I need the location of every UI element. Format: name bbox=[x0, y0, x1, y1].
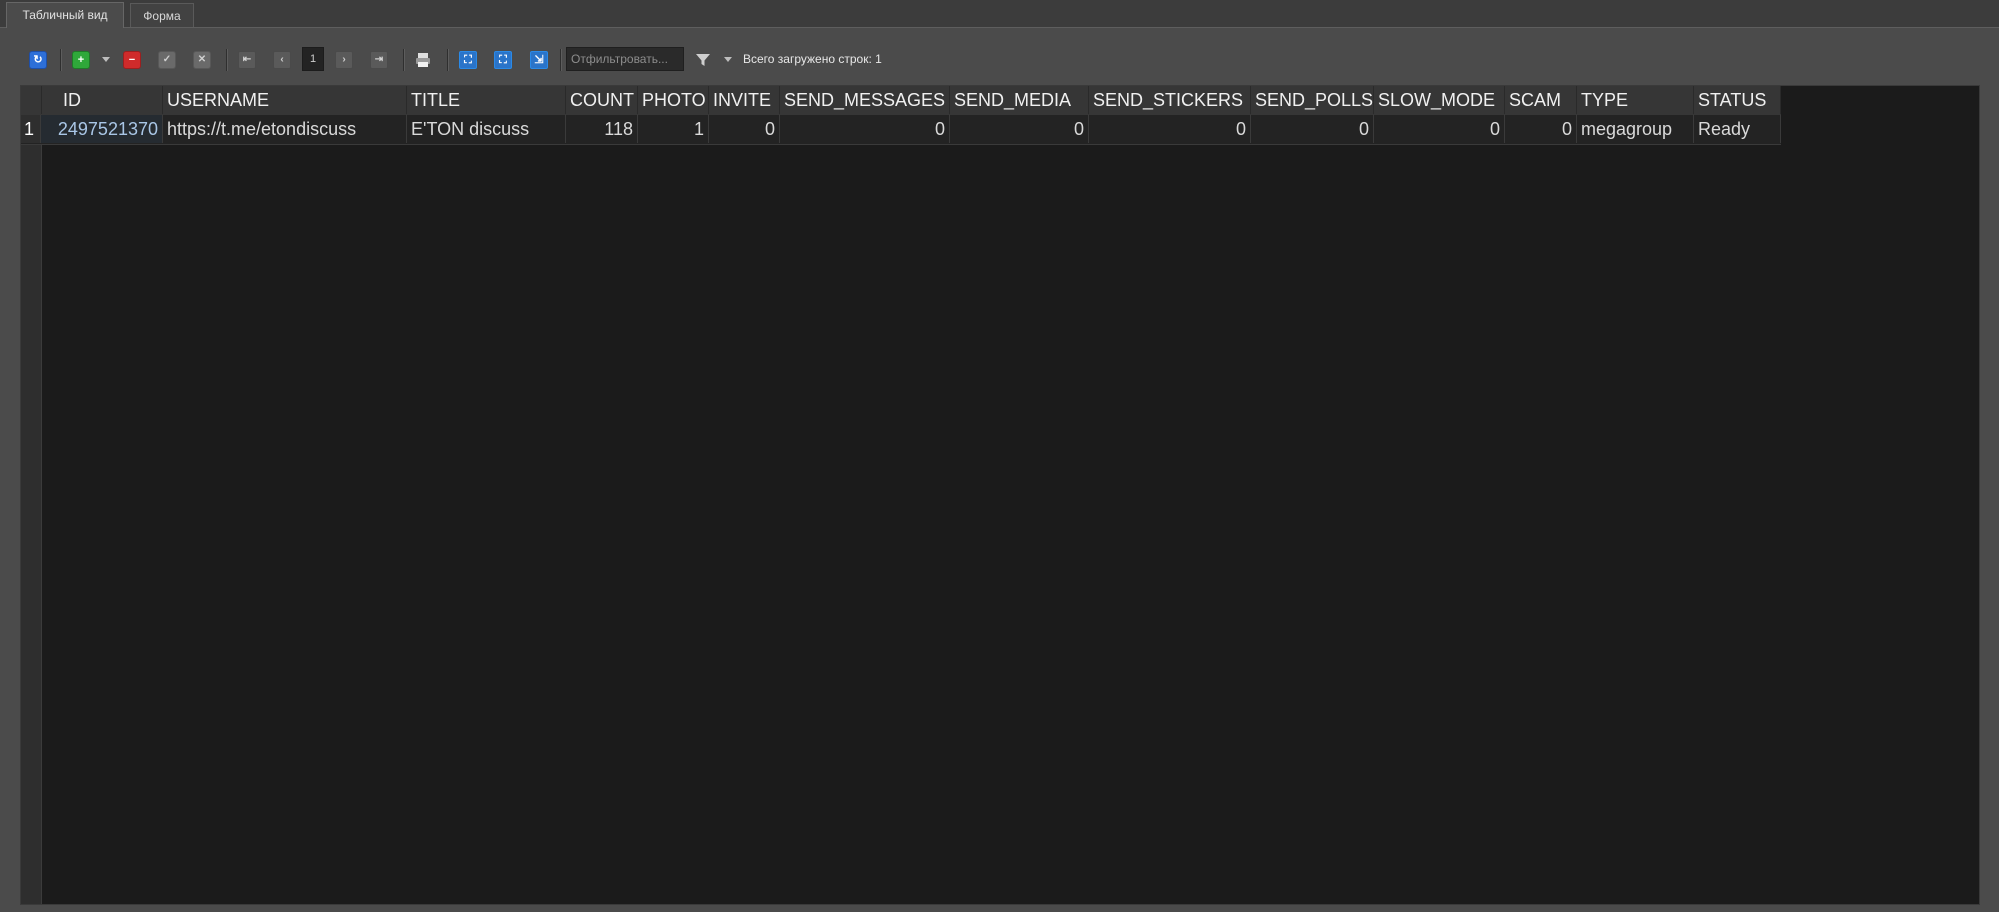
next-page-button[interactable]: › bbox=[335, 51, 353, 69]
toolbar-separator bbox=[226, 49, 228, 71]
column-header-send-polls[interactable]: SEND_POLLS bbox=[1251, 86, 1374, 114]
prev-page-icon: ‹ bbox=[280, 54, 284, 65]
check-icon: ✓ bbox=[162, 54, 172, 65]
toolbar-separator bbox=[560, 49, 562, 71]
close-icon: ✕ bbox=[197, 54, 207, 65]
column-header-scam[interactable]: SCAM bbox=[1505, 86, 1577, 114]
delete-record-button[interactable]: − bbox=[123, 51, 141, 69]
refresh-icon: ↻ bbox=[33, 53, 43, 66]
add-dropdown-chevron-down-icon[interactable] bbox=[102, 57, 110, 62]
cell-type[interactable]: megagroup bbox=[1577, 115, 1694, 143]
cell-invite[interactable]: 0 bbox=[709, 115, 780, 143]
cell-slow-mode[interactable]: 0 bbox=[1374, 115, 1505, 143]
cell-id[interactable]: 2497521370 bbox=[41, 115, 163, 143]
last-page-button[interactable]: ⇥ bbox=[370, 51, 388, 69]
select-column-icon: ⛶ bbox=[499, 53, 507, 66]
next-page-icon: › bbox=[342, 54, 346, 65]
first-page-button[interactable]: ⇤ bbox=[238, 51, 256, 69]
row-number-column bbox=[21, 86, 42, 904]
refresh-button[interactable]: ↻ bbox=[29, 51, 47, 69]
funnel-icon bbox=[696, 54, 710, 66]
toolbar-separator bbox=[60, 49, 62, 71]
printer-icon bbox=[416, 53, 430, 67]
column-header-type[interactable]: TYPE bbox=[1577, 86, 1694, 114]
cell-title[interactable]: E'TON discuss bbox=[407, 115, 566, 143]
minus-icon: − bbox=[128, 53, 136, 66]
prev-page-button[interactable]: ‹ bbox=[273, 51, 291, 69]
cell-send-media[interactable]: 0 bbox=[950, 115, 1089, 143]
select-column-button[interactable]: ⛶ bbox=[494, 51, 512, 69]
export-button[interactable]: ⇲ bbox=[530, 51, 548, 69]
plus-icon: + bbox=[77, 53, 85, 66]
column-header-id[interactable]: ID bbox=[41, 86, 163, 114]
filter-dropdown-chevron-down-icon[interactable] bbox=[724, 57, 732, 62]
cell-send-stickers[interactable]: 0 bbox=[1089, 115, 1251, 143]
row-number[interactable]: 1 bbox=[21, 115, 41, 143]
page-number-field[interactable]: 1 bbox=[302, 47, 324, 71]
cancel-changes-button[interactable]: ✕ bbox=[193, 51, 211, 69]
add-record-button[interactable]: + bbox=[72, 51, 90, 69]
cell-count[interactable]: 118 bbox=[566, 115, 638, 143]
column-header-slow-mode[interactable]: SLOW_MODE bbox=[1374, 86, 1505, 114]
toolbar-separator bbox=[403, 49, 405, 71]
tab-form[interactable]: Форма bbox=[130, 3, 194, 27]
cell-scam[interactable]: 0 bbox=[1505, 115, 1577, 143]
select-all-button[interactable]: ⛶ bbox=[459, 51, 477, 69]
filter-input[interactable] bbox=[566, 47, 684, 71]
column-header-send-stickers[interactable]: SEND_STICKERS bbox=[1089, 86, 1251, 114]
table-row[interactable]: 1 2497521370 https://t.me/etondiscuss E'… bbox=[21, 115, 1781, 145]
column-header-send-media[interactable]: SEND_MEDIA bbox=[950, 86, 1089, 114]
print-button[interactable] bbox=[414, 51, 432, 69]
grid-header: ID USERNAME TITLE COUNT PHOTO INVITE SEN… bbox=[21, 86, 1781, 116]
cell-send-messages[interactable]: 0 bbox=[780, 115, 950, 143]
column-header-count[interactable]: COUNT bbox=[566, 86, 638, 114]
header-corner[interactable] bbox=[21, 86, 42, 114]
export-icon: ⇲ bbox=[534, 53, 544, 66]
cell-send-polls[interactable]: 0 bbox=[1251, 115, 1374, 143]
column-header-invite[interactable]: INVITE bbox=[709, 86, 780, 114]
column-header-photo[interactable]: PHOTO bbox=[638, 86, 709, 114]
app-window: Табличный вид Форма ↻ + − ✓ ✕ ⇤ ‹ 1 › ⇥ … bbox=[0, 0, 1999, 912]
last-page-icon: ⇥ bbox=[374, 54, 384, 65]
cell-status[interactable]: Ready bbox=[1694, 115, 1781, 143]
column-header-send-messages[interactable]: SEND_MESSAGES bbox=[780, 86, 950, 114]
filter-button[interactable] bbox=[694, 51, 712, 69]
column-header-username[interactable]: USERNAME bbox=[163, 86, 407, 114]
cell-photo[interactable]: 1 bbox=[638, 115, 709, 143]
first-page-icon: ⇤ bbox=[242, 54, 252, 65]
column-header-title[interactable]: TITLE bbox=[407, 86, 566, 114]
rows-loaded-status: Всего загружено строк: 1 bbox=[743, 52, 882, 66]
toolbar-separator bbox=[447, 49, 449, 71]
cell-username[interactable]: https://t.me/etondiscuss bbox=[163, 115, 407, 143]
select-all-icon: ⛶ bbox=[464, 53, 472, 66]
column-header-status[interactable]: STATUS bbox=[1694, 86, 1781, 114]
apply-changes-button[interactable]: ✓ bbox=[158, 51, 176, 69]
toolbar: ↻ + − ✓ ✕ ⇤ ‹ 1 › ⇥ ⛶ ⛶ ⇲ Отфильтровать.… bbox=[0, 43, 1999, 77]
tab-bar: Табличный вид Форма bbox=[0, 0, 1999, 28]
data-grid[interactable]: ID USERNAME TITLE COUNT PHOTO INVITE SEN… bbox=[20, 85, 1980, 905]
tab-table-view[interactable]: Табличный вид bbox=[6, 2, 124, 28]
